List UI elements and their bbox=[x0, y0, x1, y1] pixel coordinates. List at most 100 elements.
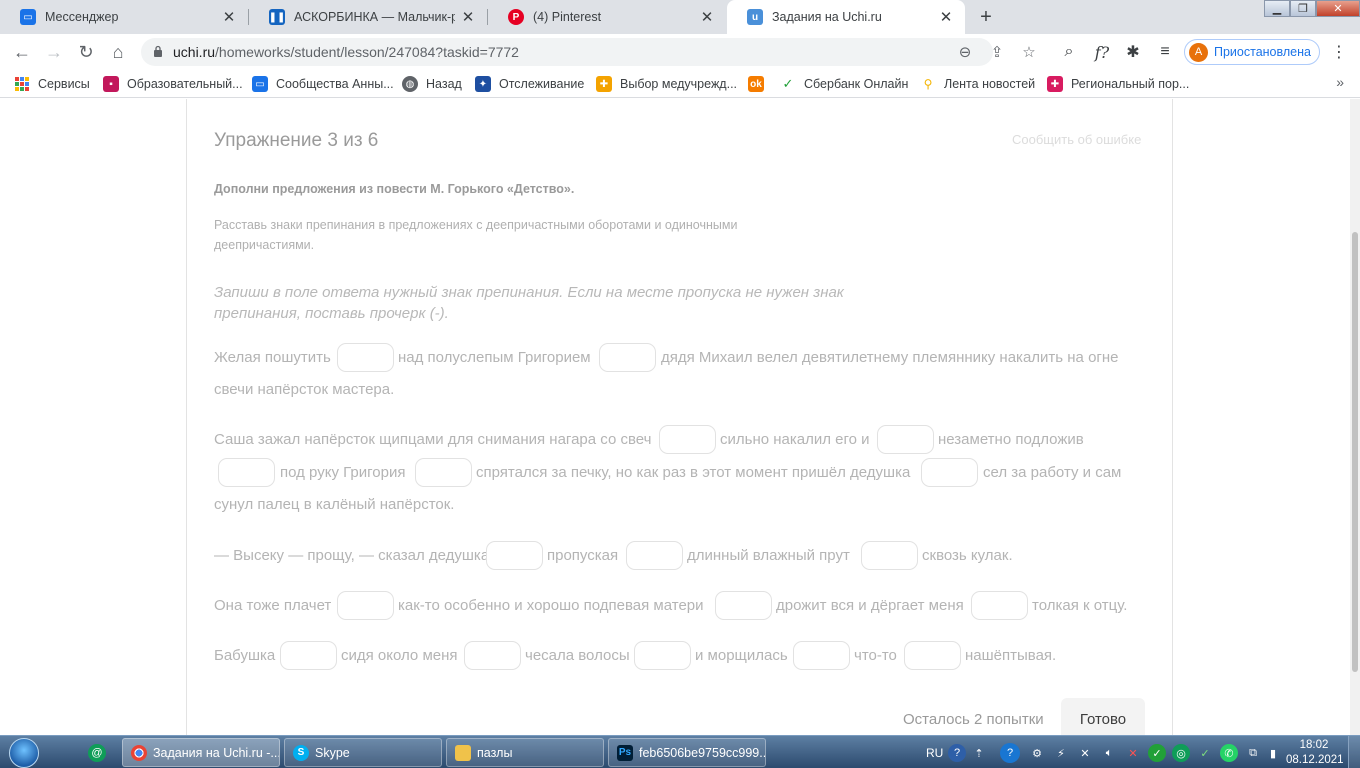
sentence-text: сквозь кулак. bbox=[922, 547, 1013, 564]
sentence-text: незаметно подложив bbox=[938, 431, 1084, 448]
answer-field[interactable] bbox=[280, 641, 337, 670]
answer-field[interactable] bbox=[337, 591, 394, 620]
photoshop-icon: Ps bbox=[617, 744, 633, 761]
answer-field[interactable] bbox=[921, 458, 978, 487]
sberbank-icon: ✓ bbox=[780, 76, 796, 92]
share-icon[interactable]: ⇪ bbox=[987, 42, 1007, 62]
tray-app-icon[interactable]: ⧉ bbox=[1244, 744, 1262, 762]
volume-icon[interactable]: 🔈︎ bbox=[1100, 744, 1118, 762]
tab-messenger[interactable]: ▭ Мессенджер ✕ bbox=[0, 0, 248, 34]
answer-field[interactable] bbox=[486, 541, 543, 570]
sentence-text: спрятался за печку, но как раз в этот мо… bbox=[476, 464, 911, 481]
menu-kebab-icon[interactable]: ⋮ bbox=[1328, 42, 1350, 62]
reading-list-icon[interactable]: ≡ bbox=[1154, 42, 1176, 62]
answer-field[interactable] bbox=[659, 425, 716, 454]
tray-sber-icon[interactable]: ✓ bbox=[1148, 744, 1166, 762]
answer-field[interactable] bbox=[715, 591, 772, 620]
bookmark-sberbank[interactable]: ✓ Сбербанк Онлайн bbox=[780, 75, 908, 93]
taskbar-item-chrome[interactable]: Задания на Uchi.ru -... bbox=[122, 738, 280, 767]
bookmarks-bar: Сервисы ▪ Образовательный... ▭ Сообществ… bbox=[0, 70, 1360, 98]
power-icon[interactable]: ▮ bbox=[1264, 744, 1282, 762]
quicklaunch-icon[interactable]: @ bbox=[88, 744, 106, 762]
done-button[interactable]: Готово bbox=[1061, 698, 1145, 740]
tray-expand-icon[interactable]: ⇡ bbox=[970, 744, 988, 762]
extensions-puzzle-icon[interactable]: ✱ bbox=[1122, 42, 1144, 62]
show-desktop-button[interactable] bbox=[1348, 736, 1360, 768]
scrollbar-thumb[interactable] bbox=[1352, 232, 1358, 672]
bookmark-tracking[interactable]: ✦ Отслеживание bbox=[475, 75, 584, 93]
sentence-text: и морщилась bbox=[695, 647, 788, 664]
back-icon[interactable]: ← bbox=[10, 40, 34, 64]
answer-field[interactable] bbox=[599, 343, 656, 372]
taskbar-item-skype[interactable]: S Skype bbox=[284, 738, 442, 767]
answer-field[interactable] bbox=[877, 425, 934, 454]
start-button[interactable] bbox=[4, 736, 44, 768]
answer-field[interactable] bbox=[904, 641, 961, 670]
close-tab-icon[interactable]: ✕ bbox=[459, 8, 477, 26]
clock[interactable]: 18:02 08.12.2021 bbox=[1286, 738, 1344, 768]
answer-field[interactable] bbox=[218, 458, 275, 487]
address-bar[interactable]: uchi.ru/homeworks/student/lesson/247084?… bbox=[141, 38, 1036, 66]
sentence-text: нашёптывая. bbox=[965, 647, 1057, 664]
taskbar-item-folder[interactable]: пазлы bbox=[446, 738, 604, 767]
zoom-icon[interactable]: ⊖ bbox=[955, 42, 975, 62]
whatsapp-icon[interactable]: ✆ bbox=[1220, 744, 1238, 762]
search-icon[interactable]: ⌕ bbox=[1058, 42, 1080, 62]
bookmark-back[interactable]: ◍ Назад bbox=[402, 75, 462, 93]
tab-pinterest[interactable]: P (4) Pinterest ✕ bbox=[488, 0, 726, 34]
help-circle-icon[interactable]: ? bbox=[1000, 743, 1020, 763]
maximize-icon[interactable]: ❐ bbox=[1290, 0, 1316, 17]
answer-field[interactable] bbox=[971, 591, 1028, 620]
sentence-text: Желая пошутить bbox=[214, 349, 331, 366]
minimize-icon[interactable]: ▁ bbox=[1264, 0, 1290, 17]
profile-button[interactable]: A Приостановлена bbox=[1184, 39, 1320, 65]
close-tab-icon[interactable]: ✕ bbox=[937, 8, 955, 26]
help-icon[interactable]: ? bbox=[948, 744, 966, 762]
tab-strip: ▭ Мессенджер ✕ ❚❚ АСКОРБИНКА — Мальчик-р… bbox=[0, 0, 1360, 34]
task-rule: Расставь знаки препинания в предложениях… bbox=[214, 218, 738, 252]
sentence-text: толкая к отцу. bbox=[1032, 597, 1128, 614]
folder-icon bbox=[455, 744, 471, 761]
window-close-icon[interactable]: ✕ bbox=[1316, 0, 1360, 17]
taskbar-item-photoshop[interactable]: Ps feb6506be9759cc999... bbox=[608, 738, 766, 767]
page-scrollbar[interactable] bbox=[1350, 99, 1360, 735]
clock-date: 08.12.2021 bbox=[1286, 754, 1344, 766]
new-tab-button[interactable]: + bbox=[973, 5, 999, 29]
bookmark-regional-portal[interactable]: ✚ Региональный пор... bbox=[1047, 75, 1189, 93]
bookmark-community[interactable]: ▭ Сообщества Анны... bbox=[252, 75, 394, 93]
answer-field[interactable] bbox=[337, 343, 394, 372]
tray-check-icon[interactable]: ✓ bbox=[1196, 744, 1214, 762]
report-error-link[interactable]: Сообщить об ошибке bbox=[1012, 132, 1141, 147]
bookmark-education[interactable]: ▪ Образовательный... bbox=[103, 75, 243, 93]
answer-field[interactable] bbox=[861, 541, 918, 570]
tray-app-icon[interactable]: ⚙ bbox=[1028, 744, 1046, 762]
tray-warning-icon[interactable]: ✕ bbox=[1124, 744, 1142, 762]
home-icon[interactable]: ⌂ bbox=[106, 40, 130, 64]
bookmark-news[interactable]: ⚲ Лента новостей bbox=[920, 75, 1035, 93]
sentence-text: сел за работу и сам bbox=[983, 464, 1122, 481]
answer-field[interactable] bbox=[464, 641, 521, 670]
bookmark-odnoklassniki[interactable]: ok bbox=[748, 75, 772, 93]
network-icon[interactable]: ✕ bbox=[1076, 744, 1094, 762]
formula-extension-icon[interactable]: f? bbox=[1091, 42, 1113, 62]
sentence-text: сидя около меня bbox=[341, 647, 458, 664]
close-tab-icon[interactable]: ✕ bbox=[220, 8, 238, 26]
tray-app-icon[interactable]: ◎ bbox=[1172, 744, 1190, 762]
tab-uchi[interactable]: u Задания на Uchi.ru ✕ bbox=[727, 0, 965, 34]
bookmark-services[interactable]: Сервисы bbox=[14, 75, 90, 93]
tray-app-icon[interactable]: ⚡ bbox=[1052, 744, 1070, 762]
bookmark-star-icon[interactable]: ☆ bbox=[1019, 42, 1039, 62]
sentence-text: как-то особенно и хорошо подпевая матери bbox=[398, 597, 704, 614]
forward-icon[interactable]: → bbox=[42, 40, 66, 64]
answer-field[interactable] bbox=[415, 458, 472, 487]
tab-askorbinka[interactable]: ❚❚ АСКОРБИНКА — Мальчик-рома ✕ bbox=[249, 0, 487, 34]
answer-field[interactable] bbox=[634, 641, 691, 670]
answer-field[interactable] bbox=[626, 541, 683, 570]
bookmark-medical[interactable]: ✚ Выбор медучрежд... bbox=[596, 75, 737, 93]
close-tab-icon[interactable]: ✕ bbox=[698, 8, 716, 26]
bookmarks-overflow-icon[interactable]: » bbox=[1336, 74, 1344, 90]
chrome-icon bbox=[131, 744, 147, 761]
reload-icon[interactable]: ↻ bbox=[74, 40, 98, 64]
answer-field[interactable] bbox=[793, 641, 850, 670]
language-indicator[interactable]: RU bbox=[926, 736, 943, 768]
